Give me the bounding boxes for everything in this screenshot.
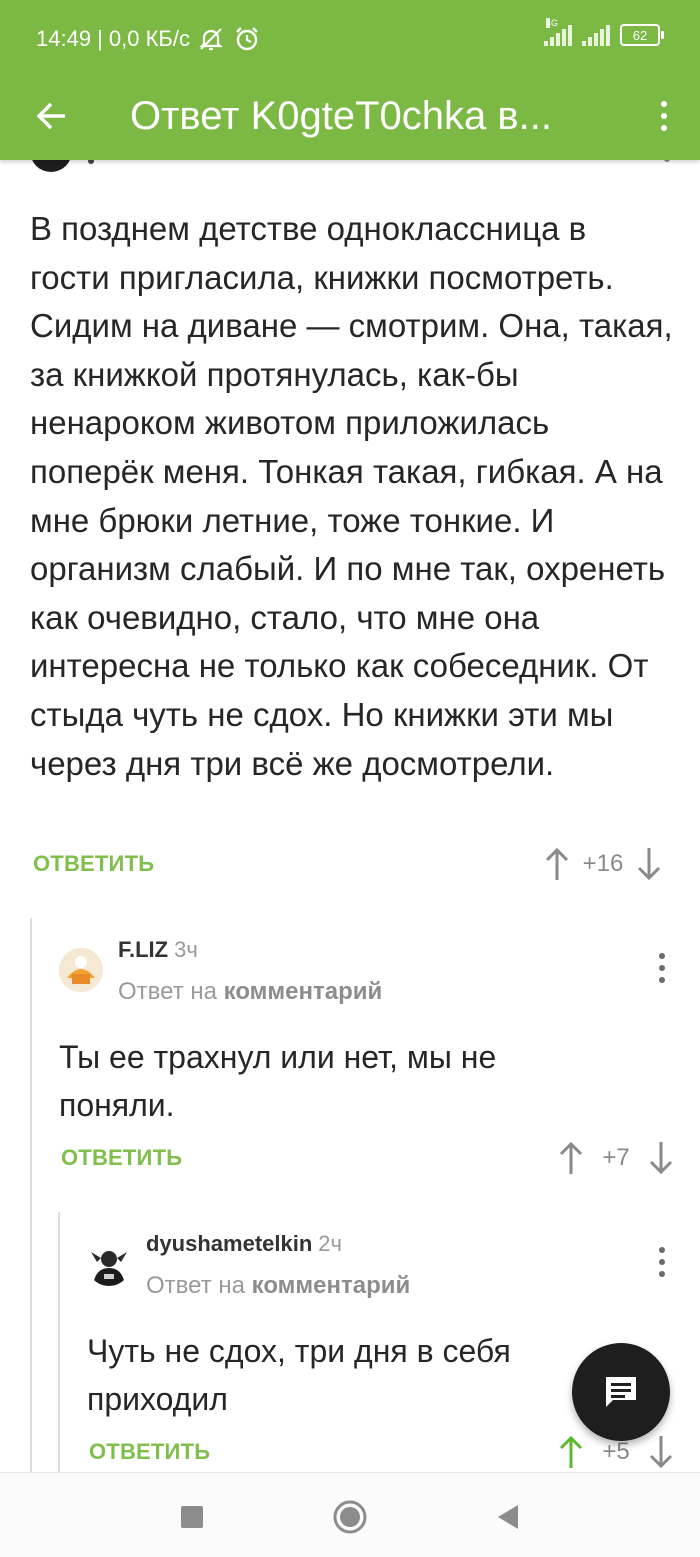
avatar[interactable] [59, 948, 103, 992]
square-icon [181, 1506, 203, 1528]
username-text: F.LIZ [118, 937, 169, 962]
reply-target-link[interactable]: комментарий [252, 1272, 411, 1299]
top-bar: 14:49 | 0,0 КБ/с 4G 62 Ответ K0gteT0chka… [0, 0, 700, 160]
thread-line [58, 1212, 60, 1472]
battery-level: 62 [632, 27, 648, 43]
downvote-button[interactable] [646, 1140, 676, 1176]
status-left: 14:49 | 0,0 КБ/с [36, 24, 262, 54]
comment-username[interactable]: dyushametelkin 2ч [146, 1231, 342, 1257]
recents-button[interactable] [174, 1499, 210, 1535]
app-bar: Ответ K0gteT0chka в... [0, 80, 700, 160]
page-title: Ответ K0gteT0chka в... [130, 94, 552, 138]
reply-prefix: Ответ на [118, 978, 217, 1005]
reply-button[interactable]: ОТВЕТИТЬ [33, 851, 154, 877]
reply-to-line: Ответ на комментарий [118, 978, 382, 1006]
status-time: 14:49 [36, 26, 92, 51]
home-button[interactable] [332, 1499, 368, 1535]
arrow-up-icon [545, 847, 569, 880]
upvote-button[interactable] [556, 1434, 586, 1470]
avatar-image-icon [87, 1242, 131, 1286]
status-bar: 14:49 | 0,0 КБ/с 4G 62 [0, 0, 700, 80]
more-vert-icon[interactable] [654, 92, 674, 140]
comment-time: 3ч [174, 937, 198, 962]
rating: +16 [582, 850, 624, 877]
reply-prefix: Ответ на [146, 1272, 245, 1299]
arrow-down-icon [637, 848, 661, 881]
back-button[interactable] [30, 94, 74, 138]
alarm-off-icon [199, 28, 223, 51]
comment-text: Ты ее трахнул или нет, мы не поняли. [59, 1039, 497, 1123]
comment-text: В позднем детстве одноклассница в гости … [30, 210, 673, 782]
reply-button[interactable]: ОТВЕТИТЬ [61, 1145, 182, 1171]
back-nav-button[interactable] [490, 1499, 526, 1535]
arrow-up-icon [559, 1435, 583, 1468]
rating: +5 [602, 1438, 630, 1465]
comment-menu-icon[interactable] [652, 1242, 672, 1282]
comment-fab-button[interactable] [572, 1343, 670, 1441]
thread-line [30, 918, 32, 1472]
downvote-button[interactable] [634, 846, 664, 882]
arrow-up-icon [559, 1141, 583, 1174]
comment-username[interactable]: F.LIZ 3ч [118, 937, 198, 963]
comment-menu-icon[interactable] [652, 948, 672, 988]
comment-text: Чуть не сдох, три дня в себя приходил [87, 1333, 511, 1417]
username-text: dyushametelkin [146, 1231, 313, 1256]
signal-icon [582, 24, 610, 46]
avatar-image-icon [59, 948, 103, 992]
triangle-back-icon [498, 1505, 518, 1529]
downvote-button[interactable] [646, 1434, 676, 1470]
upvote-button[interactable] [542, 846, 572, 882]
status-speed: | 0,0 КБ/с [97, 26, 190, 51]
network-label: 4G [546, 18, 559, 28]
arrow-left-icon [36, 102, 65, 130]
arrow-down-icon [649, 1436, 673, 1469]
alarm-icon [236, 27, 258, 51]
battery-icon: 62 [620, 24, 664, 46]
rating: +7 [602, 1144, 630, 1171]
reply-target-link[interactable]: комментарий [224, 978, 383, 1005]
upvote-button[interactable] [556, 1140, 586, 1176]
vote-block: +16 [542, 846, 664, 882]
circle-icon [333, 1500, 367, 1534]
comment-icon [606, 1377, 636, 1407]
reply-button[interactable]: ОТВЕТИТЬ [89, 1439, 210, 1465]
status-right: 4G 62 [544, 18, 664, 46]
signal-4g-icon: 4G [544, 18, 572, 46]
vote-block: +7 [556, 1140, 676, 1176]
system-nav-bar [0, 1472, 700, 1557]
reply-to-line: Ответ на комментарий [146, 1272, 410, 1300]
comment-time: 2ч [318, 1231, 342, 1256]
avatar[interactable] [87, 1242, 131, 1286]
arrow-down-icon [649, 1142, 673, 1175]
